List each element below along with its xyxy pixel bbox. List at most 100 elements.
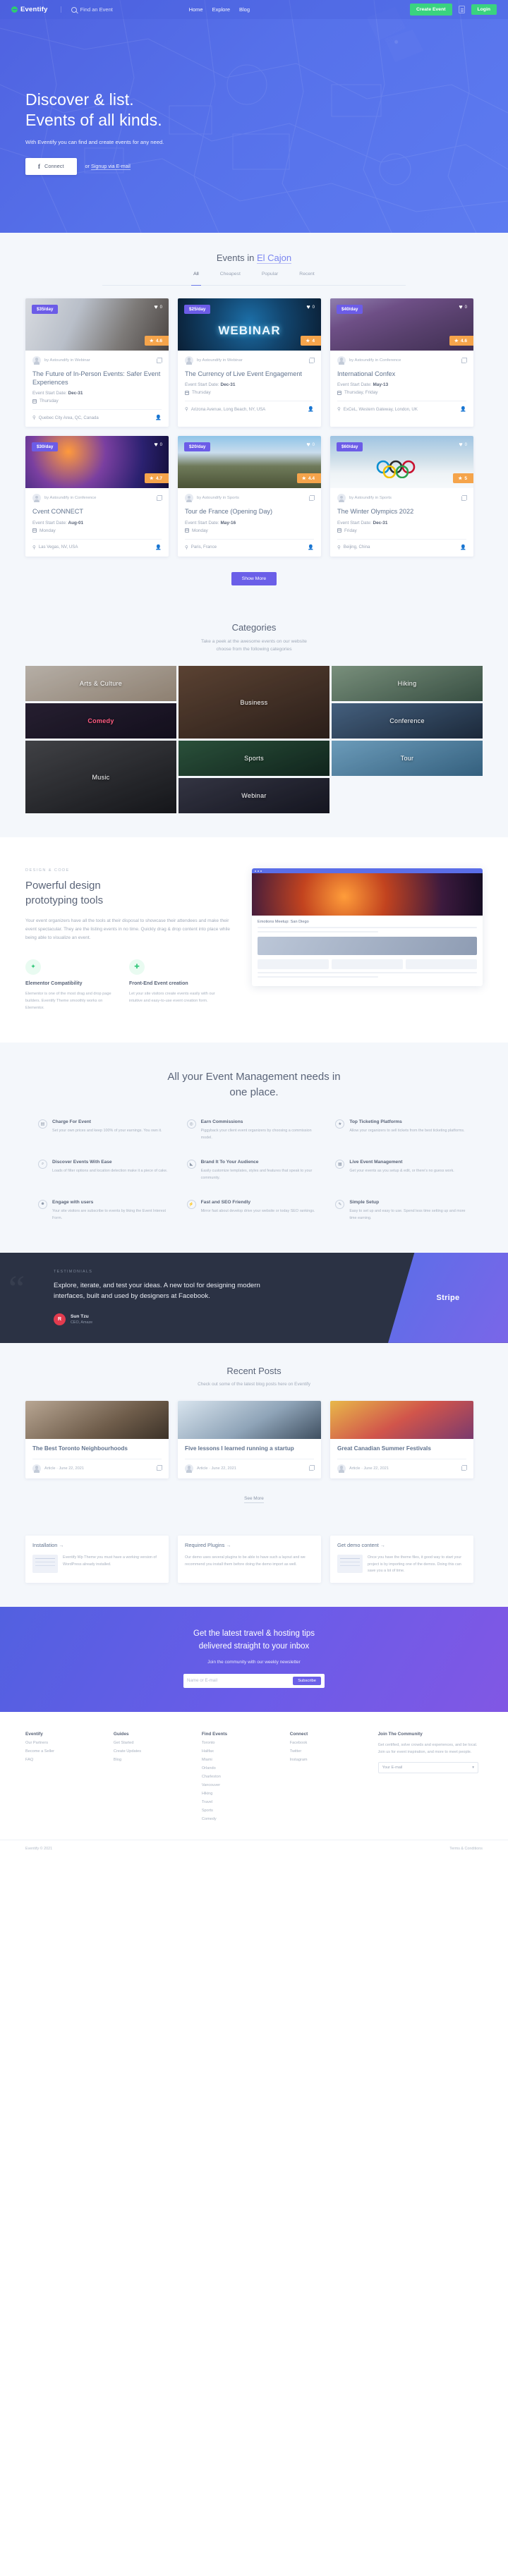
mockup-grid	[258, 959, 477, 970]
event-title[interactable]: The Winter Olympics 2022	[337, 507, 466, 516]
external-link-icon[interactable]	[157, 1465, 162, 1471]
event-card[interactable]: $40/day ♥ 0 ★ 4.6 by Astoundify in Confe…	[330, 298, 473, 427]
footer-link[interactable]: Sports	[202, 1809, 272, 1813]
newsletter-email-input[interactable]	[187, 1678, 294, 1684]
mockup-title: Emotions Meetup: San Diego	[258, 920, 309, 925]
external-link-icon[interactable]	[461, 357, 467, 363]
category-tile-arts[interactable]: Arts & Culture	[25, 666, 176, 702]
person-icon[interactable]: 👤	[155, 415, 162, 420]
post-title[interactable]: Five lessons I learned running a startup	[185, 1445, 314, 1452]
event-like-control[interactable]: ♥ 0	[306, 304, 315, 310]
footer-link[interactable]: Charleston	[202, 1775, 272, 1779]
footer-link[interactable]: Travel	[202, 1800, 272, 1804]
tab-cheapest[interactable]: Cheapest	[220, 272, 241, 280]
footer-email-select[interactable]: Your E-mail ▾	[377, 1762, 479, 1774]
event-like-control[interactable]: ♥ 0	[306, 442, 315, 448]
see-more-link[interactable]: See More	[244, 1495, 264, 1503]
footer-link[interactable]: Vancouver	[202, 1783, 272, 1787]
person-icon[interactable]: 👤	[155, 545, 162, 550]
external-link-icon[interactable]	[157, 494, 162, 501]
external-link-icon[interactable]	[309, 494, 315, 501]
doc-card[interactable]: Installation → Eventify Wp Theme you mus…	[25, 1535, 169, 1584]
external-link-icon[interactable]	[461, 1465, 467, 1471]
category-tile-comedy[interactable]: Comedy	[25, 703, 176, 739]
category-tile-business[interactable]: Business	[179, 666, 329, 739]
users-icon: ☻	[38, 1199, 47, 1209]
post-title[interactable]: The Best Toronto Neighbourhoods	[32, 1445, 162, 1452]
tab-all[interactable]: All	[191, 272, 201, 286]
event-title[interactable]: The Currency of Live Event Engagement	[185, 370, 314, 378]
event-like-control[interactable]: ♥ 0	[154, 442, 162, 448]
footer-link[interactable]: Instagram	[290, 1758, 360, 1762]
category-tile-webinar[interactable]: Webinar	[179, 778, 329, 814]
footer-link[interactable]: Blog	[114, 1758, 183, 1762]
management-item-title: Brand It To Your Audience	[200, 1159, 259, 1165]
signup-email-link[interactable]: Signup via E-mail	[90, 163, 131, 171]
ticket-icon[interactable]	[458, 6, 465, 13]
footer-link[interactable]: FAQ	[25, 1758, 95, 1762]
post-card[interactable]: The Best Toronto Neighbourhoods Article …	[25, 1400, 169, 1478]
external-link-icon[interactable]	[309, 357, 315, 363]
see-more-container: See More	[0, 1490, 508, 1503]
post-meta: Article · June 22, 2021	[197, 1466, 236, 1471]
event-like-control[interactable]: ♥ 0	[459, 304, 467, 310]
person-icon[interactable]: 👤	[308, 406, 314, 412]
search-input[interactable]	[80, 6, 165, 13]
event-like-control[interactable]: ♥ 0	[459, 442, 467, 448]
events-city-link[interactable]: El Cajon	[256, 253, 292, 264]
post-card[interactable]: Great Canadian Summer Festivals Article …	[330, 1400, 473, 1478]
event-card[interactable]: $60/day ♥ 0 ★ 5 by Astoundify in Sports …	[330, 436, 473, 557]
event-card[interactable]: $25/day ♥ 0 ★ 4 WEBINAR by Astoundify in…	[178, 298, 321, 427]
footer-link[interactable]: Our Partners	[25, 1741, 95, 1745]
event-title[interactable]: Cvent CONNECT	[32, 507, 162, 516]
facebook-connect-button[interactable]: f Connect	[25, 157, 77, 175]
category-tile-sports[interactable]: Sports	[179, 741, 329, 777]
event-day: Thursday	[40, 399, 59, 404]
external-link-icon[interactable]	[157, 357, 162, 363]
event-title[interactable]: Tour de France (Opening Day)	[185, 507, 314, 516]
search-container[interactable]	[60, 6, 165, 13]
brand-logo[interactable]: Eventify	[11, 6, 48, 13]
event-title[interactable]: The Future of In-Person Events: Safer Ev…	[32, 370, 162, 387]
event-card[interactable]: $35/day ♥ 0 ★ 4.6 by Astoundify in Webin…	[25, 298, 169, 427]
doc-card[interactable]: Required Plugins → Our demo uses several…	[178, 1535, 321, 1584]
footer-link[interactable]: Get Started	[114, 1741, 183, 1745]
post-title[interactable]: Great Canadian Summer Festivals	[337, 1445, 466, 1452]
login-button[interactable]: Login	[471, 4, 497, 15]
event-card[interactable]: $20/day ♥ 0 ★ 4.4 by Astoundify in Sport…	[178, 436, 321, 557]
doc-card[interactable]: Get demo content → Once you have the the…	[330, 1535, 473, 1584]
nav-link-blog[interactable]: Blog	[239, 6, 250, 13]
post-card[interactable]: Five lessons I learned running a startup…	[178, 1400, 321, 1478]
event-card[interactable]: $30/day ♥ 0 ★ 4.7 by Astoundify in Confe…	[25, 436, 169, 557]
person-icon[interactable]: 👤	[308, 545, 314, 550]
show-more-button[interactable]: Show More	[231, 571, 277, 585]
footer-link[interactable]: Toronto	[202, 1741, 272, 1745]
newsletter-subtitle: Join the community with our weekly newsl…	[207, 1659, 301, 1665]
footer-link[interactable]: Orlando	[202, 1766, 272, 1770]
footer-link[interactable]: Become a Seller	[25, 1749, 95, 1754]
external-link-icon[interactable]	[309, 1465, 315, 1471]
person-icon[interactable]: 👤	[460, 406, 466, 412]
nav-link-explore[interactable]: Explore	[212, 6, 230, 13]
create-event-button[interactable]: Create Event	[409, 4, 452, 16]
nav-link-home[interactable]: Home	[189, 6, 203, 13]
newsletter-subscribe-button[interactable]: Subscribe	[293, 1676, 321, 1685]
footer-link[interactable]: Halifax	[202, 1749, 272, 1754]
tab-recent[interactable]: Recent	[299, 272, 315, 280]
category-tile-tour[interactable]: Tour	[332, 741, 483, 777]
footer-link[interactable]: Create Updates	[114, 1749, 183, 1754]
tab-popular[interactable]: Popular	[262, 272, 278, 280]
footer-link[interactable]: Comedy	[202, 1817, 272, 1821]
external-link-icon[interactable]	[461, 494, 467, 501]
footer-link[interactable]: Miami	[202, 1758, 272, 1762]
category-tile-hiking[interactable]: Hiking	[332, 666, 483, 702]
category-tile-conference[interactable]: Conference	[332, 703, 483, 739]
footer-link[interactable]: Twitter	[290, 1749, 360, 1754]
category-tile-music[interactable]: Music	[25, 741, 176, 814]
footer-link[interactable]: Hiking	[202, 1792, 272, 1796]
event-title[interactable]: International Confex	[337, 370, 466, 378]
event-like-control[interactable]: ♥ 0	[154, 304, 162, 310]
person-icon[interactable]: 👤	[460, 545, 466, 550]
terms-link[interactable]: Terms & Conditions	[449, 1847, 483, 1851]
footer-link[interactable]: Facebook	[290, 1741, 360, 1745]
